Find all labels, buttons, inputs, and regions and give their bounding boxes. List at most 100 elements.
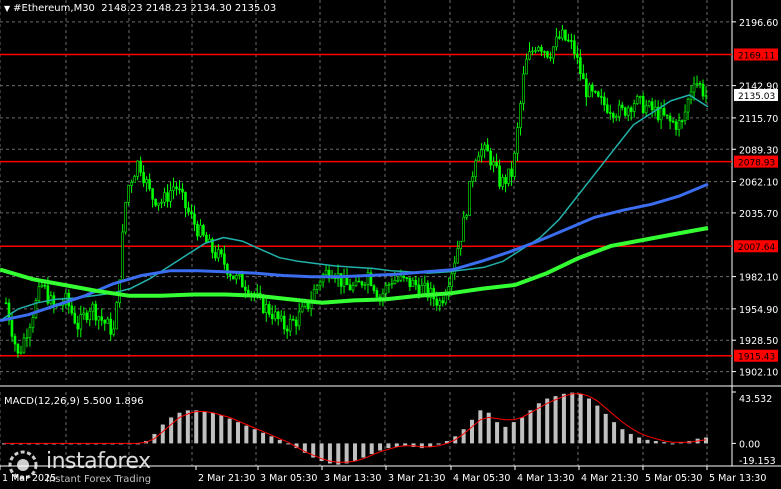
level-label: 2007.64 <box>738 243 775 253</box>
macd-bar <box>528 410 533 444</box>
candle-body <box>205 234 208 243</box>
brand-logo: instaforex Instant Forex Trading <box>6 448 182 486</box>
candle-body <box>525 58 528 75</box>
candle-body <box>270 313 274 320</box>
candle-body <box>127 185 130 203</box>
candle-body <box>543 51 546 53</box>
macd-bar <box>520 417 525 444</box>
candle-body <box>692 83 696 93</box>
candle-body <box>492 161 495 166</box>
candle-body <box>354 280 358 286</box>
candle-body <box>28 327 32 338</box>
candle-body <box>638 96 642 98</box>
macd-bar <box>252 429 257 444</box>
candle-body <box>157 202 160 206</box>
candle-body <box>13 336 17 345</box>
level-label: 1915.43 <box>738 353 775 363</box>
price-chart[interactable]: 2169.112078.932007.641915.43 2196.602142… <box>0 0 781 489</box>
candle-body <box>166 192 169 202</box>
candle-body <box>450 273 454 288</box>
candle-body <box>626 107 630 116</box>
triangle-down-icon[interactable]: ▼ <box>4 4 10 13</box>
candle-body <box>88 310 92 320</box>
candle-body <box>172 186 175 191</box>
candle-body <box>79 314 83 330</box>
candle-body <box>43 284 47 287</box>
candle-body <box>665 114 669 117</box>
macd-bar <box>344 443 349 464</box>
candle-body <box>217 249 220 259</box>
ma-slow-line <box>0 226 709 305</box>
macd-bar <box>470 419 474 444</box>
ohlc-values: 2148.23 2148.23 2134.30 2135.03 <box>101 3 277 14</box>
macd-bar <box>378 443 383 451</box>
candle-body <box>522 73 525 104</box>
price-tick-label: 1928.50 <box>739 336 778 347</box>
candle-body <box>537 46 540 51</box>
macd-bar <box>495 422 500 444</box>
candle-body <box>136 160 139 177</box>
candle-body <box>163 192 166 203</box>
macd-bar <box>561 393 566 444</box>
candle-body <box>411 279 415 287</box>
candle-body <box>85 312 89 320</box>
candle-body <box>100 316 104 321</box>
candle-body <box>109 318 113 335</box>
candle-body <box>555 36 558 48</box>
candle-body <box>456 248 460 264</box>
candle-body <box>513 152 516 177</box>
candle-body <box>4 302 8 305</box>
price-tick-label: 1982.10 <box>739 273 778 284</box>
candle-body <box>417 284 421 296</box>
candle-body <box>441 300 445 304</box>
candle-body <box>360 281 364 286</box>
price-tick-label: 2115.70 <box>739 114 778 125</box>
logo-icon <box>8 450 38 480</box>
candle-body <box>199 225 202 237</box>
macd-bar <box>662 442 667 444</box>
macd-bar <box>369 443 374 455</box>
candle-body <box>695 83 699 85</box>
macd-bar <box>461 429 466 444</box>
candle-body <box>273 311 277 320</box>
candle-body <box>384 285 388 294</box>
candle-body <box>585 78 588 98</box>
candle-body <box>220 249 223 255</box>
candle-body <box>408 277 412 287</box>
candle-body <box>91 303 95 312</box>
candle-body <box>528 51 531 60</box>
time-tick-label: 5 Mar 13:30 <box>709 473 766 484</box>
candle-body <box>294 319 298 327</box>
candle-body <box>318 281 322 286</box>
candle-body <box>357 280 361 283</box>
candle-body <box>342 276 346 287</box>
price-tick-label: 2035.70 <box>739 209 778 220</box>
candle-body <box>372 285 376 291</box>
macd-bar <box>653 441 658 444</box>
macd-bar <box>386 443 391 449</box>
candle-body <box>588 84 591 98</box>
macd-bar <box>478 410 483 444</box>
chart-info: ▼ #Ethereum,M30 2148.23 2148.23 2134.30 2… <box>4 3 276 14</box>
candle-body <box>462 216 465 242</box>
candle-body <box>564 29 567 41</box>
macd-bar <box>612 422 617 444</box>
candle-body <box>617 104 621 117</box>
candle-body <box>540 46 543 52</box>
candle-body <box>187 207 190 213</box>
candle-body <box>22 337 26 353</box>
macd-bar <box>169 417 174 444</box>
candle-body <box>31 317 35 328</box>
candle-body <box>647 101 651 107</box>
candle-body <box>558 36 561 39</box>
candle-body <box>423 282 427 286</box>
time-tick-label: 5 Mar 05:30 <box>645 473 702 484</box>
candle-body <box>381 293 385 299</box>
macd-bar <box>269 436 274 444</box>
candle-body <box>531 50 534 53</box>
candle-body <box>73 312 77 324</box>
candle-body <box>674 121 678 130</box>
macd-bar <box>277 439 282 444</box>
macd-bar <box>670 443 675 445</box>
candle-body <box>623 107 627 116</box>
